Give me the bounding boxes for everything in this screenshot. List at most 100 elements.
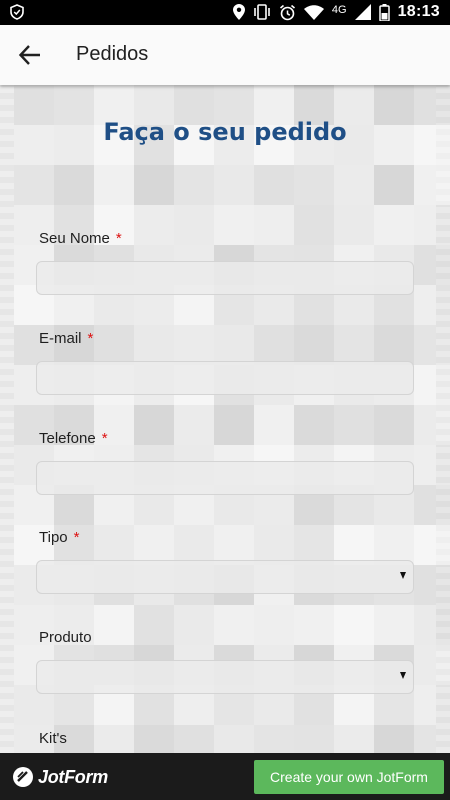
required-marker: *: [101, 430, 108, 447]
background-tile: [334, 405, 374, 445]
background-tile: [374, 605, 414, 645]
background-tile: [174, 525, 214, 565]
create-jotform-button[interactable]: Create your own JotForm: [254, 760, 444, 794]
type-select[interactable]: [36, 560, 414, 594]
background-tile: [254, 325, 294, 365]
background-tile: [174, 725, 214, 753]
required-marker: *: [115, 230, 122, 247]
form-background: [14, 85, 450, 753]
vibrate-icon: [253, 4, 271, 20]
kits-label-text: Kit's: [39, 730, 67, 747]
background-tile: [94, 325, 134, 365]
back-button[interactable]: [17, 42, 43, 68]
name-label-text: Seu Nome: [39, 230, 110, 247]
background-tile: [94, 605, 134, 645]
type-label-text: Tipo: [39, 529, 68, 546]
background-tile: [294, 605, 334, 645]
background-tile: [174, 165, 214, 205]
background-tile: [134, 725, 174, 753]
background-tile: [414, 405, 450, 445]
background-tile: [334, 205, 374, 245]
background-tile: [254, 525, 294, 565]
background-tile: [374, 325, 414, 365]
background-pattern-left: [0, 85, 14, 753]
product-select[interactable]: [36, 660, 414, 694]
background-tile: [414, 605, 450, 645]
background-tile: [214, 725, 254, 753]
background-tile: [414, 565, 450, 605]
background-tile: [134, 325, 174, 365]
required-marker: *: [87, 330, 94, 347]
email-label: E-mail *: [39, 330, 93, 347]
background-tile: [94, 525, 134, 565]
app-bar: Pedidos: [0, 25, 450, 85]
product-label-text: Produto: [39, 629, 92, 646]
background-tile: [254, 205, 294, 245]
background-tile: [294, 325, 334, 365]
background-tile: [254, 605, 294, 645]
background-tile: [374, 525, 414, 565]
background-tile: [374, 165, 414, 205]
name-label: Seu Nome *: [39, 230, 122, 247]
arrow-left-icon: [18, 45, 40, 65]
email-input[interactable]: [36, 361, 414, 395]
signal-icon: [354, 4, 371, 20]
background-tile: [174, 405, 214, 445]
email-label-text: E-mail: [39, 330, 82, 347]
background-tile: [414, 325, 450, 365]
background-tile: [334, 725, 374, 753]
background-tile: [414, 645, 450, 685]
phone-label: Telefone *: [39, 430, 108, 447]
name-input[interactable]: [36, 261, 414, 295]
background-tile: [134, 405, 174, 445]
background-tile: [14, 165, 54, 205]
background-tile: [414, 685, 450, 725]
background-tile: [174, 205, 214, 245]
background-tile: [414, 485, 450, 525]
background-tile: [414, 525, 450, 565]
background-tile: [254, 405, 294, 445]
background-tile: [214, 605, 254, 645]
background-tile: [214, 405, 254, 445]
wifi-icon: [303, 4, 324, 20]
phone-input[interactable]: [36, 461, 414, 495]
background-tile: [414, 205, 450, 245]
caret-down-icon: [400, 672, 406, 679]
background-tile: [334, 605, 374, 645]
background-tile: [294, 525, 334, 565]
required-marker: *: [73, 529, 80, 546]
background-tile: [94, 725, 134, 753]
background-tile: [94, 165, 134, 205]
background-tile: [134, 605, 174, 645]
background-tile: [294, 165, 334, 205]
product-label: Produto: [39, 629, 92, 646]
background-tile: [294, 405, 334, 445]
background-tile: [414, 725, 450, 753]
background-tile: [254, 725, 294, 753]
background-tile: [134, 165, 174, 205]
type-label: Tipo *: [39, 529, 79, 546]
clock: 18:13: [397, 3, 440, 20]
background-tile: [214, 205, 254, 245]
alarm-icon: [279, 4, 296, 21]
battery-icon: [378, 3, 390, 21]
background-tile: [294, 725, 334, 753]
background-tile: [294, 205, 334, 245]
form-webview[interactable]: Faça o seu pedido Seu Nome * E-mail * Tele…: [0, 85, 450, 753]
jotform-logo-icon: [13, 767, 33, 787]
background-tile: [374, 205, 414, 245]
background-tile: [214, 165, 254, 205]
background-tile: [54, 165, 94, 205]
background-tile: [214, 525, 254, 565]
background-tile: [414, 365, 450, 405]
background-tile: [134, 525, 174, 565]
location-icon: [232, 4, 245, 20]
background-tile: [334, 325, 374, 365]
background-tile: [374, 725, 414, 753]
shield-icon: [10, 4, 24, 25]
kits-label: Kit's: [39, 730, 67, 747]
background-tile: [334, 525, 374, 565]
jotform-brand-text: JotForm: [38, 766, 108, 787]
jotform-logo: JotForm: [12, 766, 108, 788]
background-tile: [214, 325, 254, 365]
